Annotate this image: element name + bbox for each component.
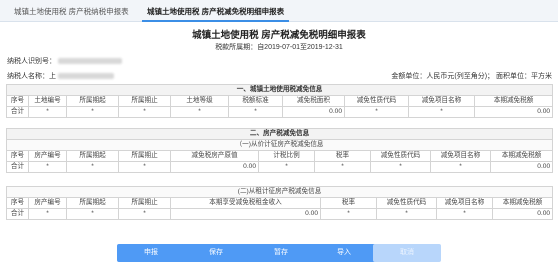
column-header: 土地等级 — [170, 95, 229, 107]
table-header-row: 序号 房产编号 所属期起 所属期止 减免税房产原值 计税比例 税率 减免性质代码… — [6, 150, 554, 162]
column-header: 税额标准 — [228, 95, 283, 107]
units-note: 金额单位：人民币元(列至角分)； 面积单位：平方米 — [391, 73, 552, 80]
column-header: 本期减免税额 — [473, 95, 554, 107]
taxpayer-id-label: 纳税人识别号： — [7, 58, 56, 65]
total-cell: 合计 — [6, 208, 29, 220]
tax-period-label: 税款所属期： — [215, 44, 258, 51]
column-header: 所属期止 — [118, 197, 171, 209]
column-header: 减免性质代码 — [344, 95, 409, 107]
cancel-button[interactable]: 取消 — [373, 244, 441, 262]
total-cell: 合计 — [6, 161, 29, 173]
column-header: 税率 — [320, 197, 377, 209]
column-header: 本期减免税额 — [491, 197, 554, 209]
column-header: 所属期起 — [66, 95, 119, 107]
total-cell: * — [66, 161, 119, 173]
table-header-row: 序号 土地编号 所属期起 所属期止 土地等级 税额标准 减免税面积 减免性质代码… — [6, 95, 554, 107]
subsection-title: （一)从价计征房产税减免信息 — [5, 139, 554, 151]
total-cell: * — [320, 208, 377, 220]
total-cell: * — [28, 106, 67, 118]
section-title: 一、城镇土地使用税减免信息 — [5, 84, 554, 96]
tax-period: 税款所属期：自2019-07-01至2019-12-31 — [0, 42, 558, 52]
column-header: 序号 — [6, 197, 29, 209]
total-cell: * — [258, 161, 315, 173]
property-tax-value-table: 二、房产税减免信息 （一)从价计征房产税减免信息 序号 房产编号 所属期起 所属… — [5, 128, 554, 173]
property-tax-rent-table: (二)从租计征房产税减免信息 序号 房产编号 所属期起 所属期止 本期享受减免税… — [5, 186, 554, 220]
column-header: 本期享受减免税租金收入 — [170, 197, 321, 209]
total-cell: * — [66, 106, 119, 118]
total-row: 合计 * * * 0.00 * * * 0.00 — [6, 208, 554, 220]
action-bar: 申报 保存 暂存 导入 取消 — [0, 244, 558, 266]
total-cell: * — [430, 161, 491, 173]
total-cell: * — [436, 208, 493, 220]
total-cell: 0.00 — [489, 161, 554, 173]
column-header: 房产编号 — [28, 150, 67, 162]
column-header: 所属期止 — [118, 95, 171, 107]
tab-tax-relief-detail-form[interactable]: 城镇土地使用税 房产税减免税明细申报表 — [142, 5, 290, 22]
section-title: 二、房产税减免信息 — [5, 128, 554, 140]
total-cell: 0.00 — [170, 161, 259, 173]
total-cell: * — [28, 161, 67, 173]
redacted-taxpayer-id — [58, 58, 122, 65]
total-row: 合计 * * * * * 0.00 * * 0.00 — [6, 106, 554, 118]
column-header: 所属期止 — [118, 150, 171, 162]
taxpayer-id: 纳税人识别号： — [7, 56, 122, 66]
column-header: 房产编号 — [28, 197, 67, 209]
taxpayer-name: 纳税人名称：上 — [7, 71, 114, 81]
total-cell: * — [314, 161, 371, 173]
total-cell: 0.00 — [473, 106, 554, 118]
total-cell: * — [344, 106, 409, 118]
column-header: 计税比例 — [258, 150, 315, 162]
column-header: 所属期起 — [66, 150, 119, 162]
total-row: 合计 * * * 0.00 * * * * 0.00 — [6, 161, 554, 173]
redacted-taxpayer-name — [58, 73, 114, 80]
total-cell: * — [170, 106, 229, 118]
total-cell: * — [370, 161, 431, 173]
page-title: 城镇土地使用税 房产税减免税明细申报表 — [192, 30, 366, 41]
total-cell: * — [28, 208, 67, 220]
column-header: 本期减免税额 — [489, 150, 554, 162]
column-header: 减免性质代码 — [370, 150, 431, 162]
import-button[interactable]: 导入 — [310, 244, 378, 262]
total-cell: 0.00 — [491, 208, 554, 220]
column-header: 序号 — [6, 95, 29, 107]
column-header: 所属期起 — [66, 197, 119, 209]
save-button[interactable]: 保存 — [182, 244, 250, 262]
column-header: 减免税房产原值 — [170, 150, 259, 162]
subsection-title: (二)从租计征房产税减免信息 — [5, 186, 554, 198]
column-header: 税率 — [314, 150, 371, 162]
taxpayer-name-label: 纳税人名称：上 — [7, 73, 56, 80]
column-header: 土地编号 — [28, 95, 67, 107]
column-header: 减免项目名称 — [430, 150, 491, 162]
column-header: 减免项目名称 — [436, 197, 493, 209]
declare-button[interactable]: 申报 — [117, 244, 185, 262]
total-cell: * — [376, 208, 437, 220]
column-header: 序号 — [6, 150, 29, 162]
total-cell: * — [228, 106, 283, 118]
total-cell: 0.00 — [170, 208, 321, 220]
total-cell: * — [408, 106, 475, 118]
total-cell: 0.00 — [282, 106, 345, 118]
table-header-row: 序号 房产编号 所属期起 所属期止 本期享受减免税租金收入 税率 减免性质代码 … — [6, 197, 554, 209]
total-cell: * — [118, 106, 171, 118]
tax-period-value: 自2019-07-01至2019-12-31 — [257, 44, 343, 51]
tab-bar: 城镇土地使用税 房产税纳税申报表 城镇土地使用税 房产税减免税明细申报表 — [0, 0, 558, 22]
total-cell: 合计 — [6, 106, 29, 118]
temp-save-button[interactable]: 暂存 — [247, 244, 315, 262]
total-cell: * — [66, 208, 119, 220]
total-cell: * — [118, 208, 171, 220]
column-header: 减免项目名称 — [408, 95, 475, 107]
tab-tax-return-form[interactable]: 城镇土地使用税 房产税纳税申报表 — [9, 5, 134, 22]
total-cell: * — [118, 161, 171, 173]
column-header: 减免税面积 — [282, 95, 345, 107]
land-tax-relief-table: 一、城镇土地使用税减免信息 序号 土地编号 所属期起 所属期止 土地等级 税额标… — [5, 84, 554, 118]
column-header: 减免性质代码 — [376, 197, 437, 209]
